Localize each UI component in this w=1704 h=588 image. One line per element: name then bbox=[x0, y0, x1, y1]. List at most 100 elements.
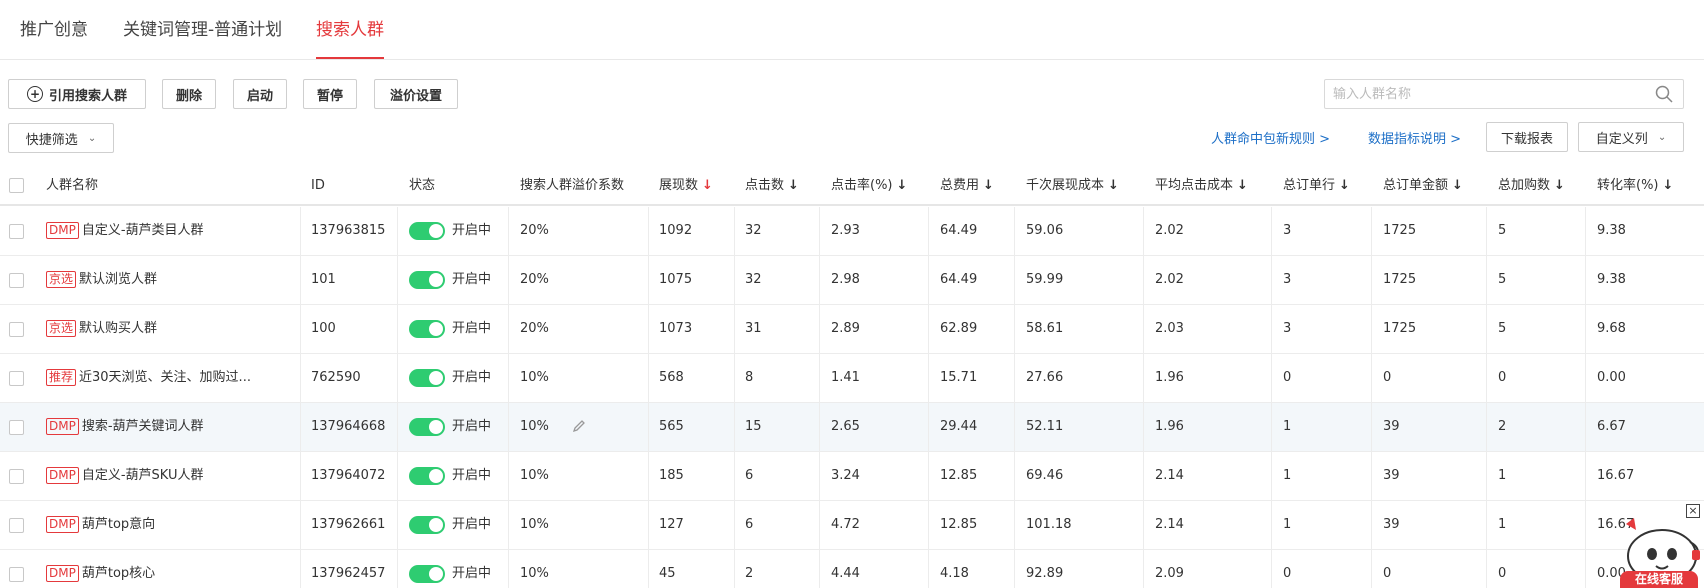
row-checkbox[interactable] bbox=[9, 518, 24, 533]
column-divider bbox=[819, 207, 820, 255]
sort-desc-icon: ↓ bbox=[1237, 178, 1248, 193]
audience-name-cell[interactable]: 京选 默认购买人群 bbox=[46, 305, 157, 353]
header-cpm[interactable]: 千次展现成本 ↓ bbox=[1026, 166, 1119, 206]
column-divider bbox=[1271, 256, 1272, 304]
active-tab-indicator bbox=[316, 57, 384, 59]
status-text: 开启中 bbox=[452, 223, 492, 238]
order-amount-cell: 1725 bbox=[1383, 272, 1417, 287]
row-checkbox[interactable] bbox=[9, 322, 24, 337]
status-toggle[interactable] bbox=[409, 271, 445, 289]
column-divider bbox=[819, 550, 820, 588]
column-divider bbox=[1486, 305, 1487, 353]
column-divider bbox=[1371, 452, 1372, 500]
column-divider bbox=[928, 403, 929, 451]
header-carts[interactable]: 总加购数 ↓ bbox=[1498, 166, 1565, 206]
ctr-cell: 2.98 bbox=[831, 272, 860, 287]
order-amount-cell: 39 bbox=[1383, 468, 1400, 483]
pause-button[interactable]: 暂停 bbox=[303, 79, 357, 109]
audience-search-input[interactable] bbox=[1324, 79, 1684, 109]
metrics-explanation-link[interactable]: 数据指标说明 > bbox=[1368, 128, 1461, 147]
header-orders[interactable]: 总订单行 ↓ bbox=[1283, 166, 1350, 206]
status-toggle[interactable] bbox=[409, 369, 445, 387]
select-all-checkbox[interactable] bbox=[9, 178, 24, 193]
cite-audience-button[interactable]: + 引用搜索人群 bbox=[8, 79, 146, 109]
table-row: 推荐 近30天浏览、关注、加购过... 762590 开启中 10% 568 8 … bbox=[0, 354, 1704, 403]
column-divider bbox=[928, 207, 929, 255]
cvr-cell: 0.00 bbox=[1597, 370, 1626, 385]
premium-settings-button[interactable]: 溢价设置 bbox=[374, 79, 458, 109]
cpm-cell: 27.66 bbox=[1026, 370, 1064, 385]
row-checkbox[interactable] bbox=[9, 420, 24, 435]
edit-pencil-icon[interactable] bbox=[572, 419, 586, 433]
audience-name: 近30天浏览、关注、加购过... bbox=[79, 370, 251, 385]
table-row: DMP 搜索-葫芦关键词人群 137964668 开启中 10% 565 15 2… bbox=[0, 403, 1704, 452]
status-toggle[interactable] bbox=[409, 418, 445, 436]
audience-name-cell[interactable]: DMP 葫芦top核心 bbox=[46, 550, 155, 588]
audience-name: 搜索-葫芦关键词人群 bbox=[81, 419, 204, 434]
header-cvr[interactable]: 转化率(%) ↓ bbox=[1597, 166, 1673, 206]
row-checkbox[interactable] bbox=[9, 224, 24, 239]
header-cost[interactable]: 总费用 ↓ bbox=[940, 166, 994, 206]
column-divider bbox=[928, 256, 929, 304]
row-checkbox[interactable] bbox=[9, 567, 24, 582]
impressions-cell: 1092 bbox=[659, 223, 693, 238]
header-impressions[interactable]: 展现数 ↓ bbox=[659, 166, 713, 206]
download-report-button[interactable]: 下载报表 bbox=[1486, 122, 1568, 152]
status-toggle[interactable] bbox=[409, 467, 445, 485]
header-status: 状态 bbox=[409, 178, 436, 193]
audience-name-cell[interactable]: DMP 葫芦top意向 bbox=[46, 501, 155, 549]
search-icon[interactable] bbox=[1655, 85, 1673, 103]
header-cpc[interactable]: 平均点击成本 ↓ bbox=[1155, 166, 1248, 206]
delete-button[interactable]: 删除 bbox=[162, 79, 216, 109]
audience-name-cell[interactable]: DMP 搜索-葫芦关键词人群 bbox=[46, 403, 204, 451]
status-text: 开启中 bbox=[452, 272, 492, 287]
column-divider bbox=[1271, 403, 1272, 451]
column-divider bbox=[819, 452, 820, 500]
audience-name: 自定义-葫芦类目人群 bbox=[81, 223, 204, 238]
online-customer-service-label[interactable]: 在线客服 bbox=[1620, 571, 1698, 588]
audience-name-cell[interactable]: 推荐 近30天浏览、关注、加购过... bbox=[46, 354, 251, 402]
audience-name-cell[interactable]: 京选 默认浏览人群 bbox=[46, 256, 157, 304]
row-checkbox[interactable] bbox=[9, 469, 24, 484]
column-divider bbox=[1271, 354, 1272, 402]
order-amount-cell: 0 bbox=[1383, 370, 1392, 385]
header-order-amount[interactable]: 总订单金额 ↓ bbox=[1383, 166, 1463, 206]
order-amount-cell: 39 bbox=[1383, 517, 1400, 532]
status-toggle[interactable] bbox=[409, 565, 445, 583]
cost-cell: 64.49 bbox=[940, 223, 978, 238]
cpm-cell: 69.46 bbox=[1026, 468, 1064, 483]
custom-columns-dropdown[interactable]: 自定义列 ⌄ bbox=[1578, 122, 1684, 152]
id-cell: 762590 bbox=[311, 370, 361, 385]
header-clicks[interactable]: 点击数 ↓ bbox=[745, 166, 799, 206]
sort-desc-icon: ↓ bbox=[1452, 178, 1463, 193]
audience-name-cell[interactable]: DMP 自定义-葫芦SKU人群 bbox=[46, 452, 203, 500]
impressions-cell: 568 bbox=[659, 370, 684, 385]
start-button[interactable]: 启动 bbox=[233, 79, 287, 109]
audience-name-cell[interactable]: DMP 自定义-葫芦类目人群 bbox=[46, 207, 204, 255]
quick-filter-dropdown[interactable]: 快捷筛选 ⌄ bbox=[8, 123, 114, 153]
header-ctr[interactable]: 点击率(%) ↓ bbox=[831, 166, 907, 206]
impressions-cell: 1075 bbox=[659, 272, 693, 287]
column-divider bbox=[1371, 550, 1372, 588]
sort-desc-icon: ↓ bbox=[702, 178, 713, 193]
tab-search-audience[interactable]: 搜索人群 bbox=[316, 19, 384, 41]
premium-cell: 10% bbox=[520, 468, 549, 483]
impressions-cell: 127 bbox=[659, 517, 684, 532]
tab-keyword-management[interactable]: 关键词管理-普通计划 bbox=[123, 19, 282, 41]
row-checkbox[interactable] bbox=[9, 273, 24, 288]
sort-desc-icon: ↓ bbox=[1554, 178, 1565, 193]
status-toggle[interactable] bbox=[409, 222, 445, 240]
column-divider bbox=[1014, 305, 1015, 353]
cpm-cell: 52.11 bbox=[1026, 419, 1064, 434]
audience-rules-link[interactable]: 人群命中包新规则 > bbox=[1211, 128, 1330, 147]
table-row: DMP 自定义-葫芦类目人群 137963815 开启中 20% 1092 32 … bbox=[0, 207, 1704, 256]
column-divider bbox=[1014, 501, 1015, 549]
column-divider bbox=[397, 403, 398, 451]
status-toggle[interactable] bbox=[409, 320, 445, 338]
status-toggle[interactable] bbox=[409, 516, 445, 534]
cpc-cell: 2.02 bbox=[1155, 272, 1184, 287]
row-checkbox[interactable] bbox=[9, 371, 24, 386]
column-divider bbox=[1271, 207, 1272, 255]
tab-creative[interactable]: 推广创意 bbox=[20, 19, 88, 41]
column-divider bbox=[1585, 501, 1586, 549]
